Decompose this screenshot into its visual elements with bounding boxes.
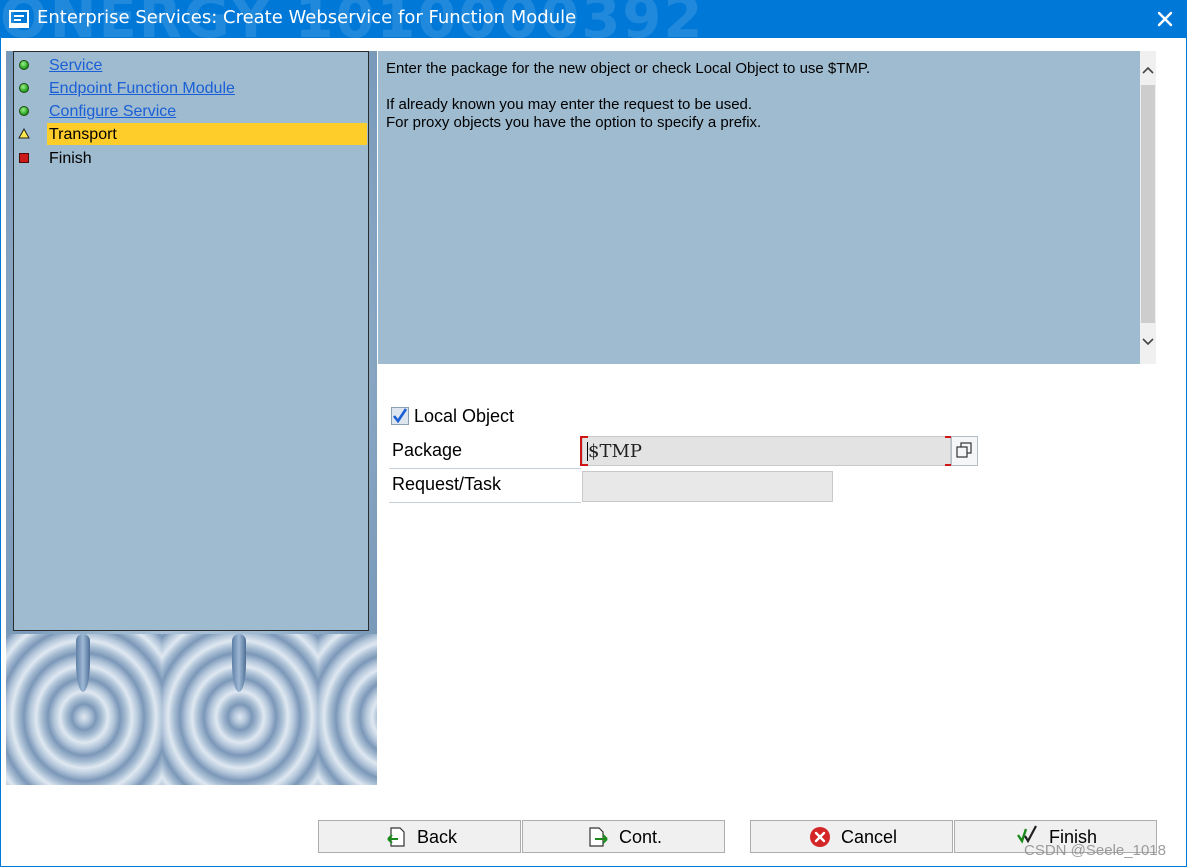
back-arrow-icon [387,827,405,847]
value-help-icon [956,442,972,458]
app-icon [9,10,29,28]
wizard-step-label[interactable]: Endpoint Function Module [49,80,235,98]
wizard-step-label: Transport [49,126,117,143]
water-drop-image [162,634,318,785]
wizard-step-label[interactable]: Configure Service [49,103,176,121]
source-watermark: CSDN @Seele_1018 [1024,842,1166,859]
value-help-button[interactable] [951,436,978,466]
green-status-icon [19,106,29,116]
warning-triangle-icon [18,128,30,139]
scroll-thumb[interactable] [1141,85,1155,323]
wizard-step-configure-service[interactable]: Configure Service [14,100,370,122]
wizard-step-transport: Transport [14,123,370,145]
green-status-icon [19,83,29,93]
package-label: Package [392,440,463,460]
water-drop-image [318,634,377,785]
wizard-step-service[interactable]: Service [14,54,370,76]
close-icon[interactable] [1150,4,1180,34]
green-status-icon [19,60,29,70]
scroll-down-icon[interactable] [1140,333,1156,349]
continue-arrow-icon [589,827,608,847]
info-line: For proxy objects you have the option to… [386,114,762,131]
wizard-step-finish: Finish [14,147,370,169]
info-line: If already known you may enter the reque… [386,96,753,113]
continue-button[interactable]: Cont. [522,820,725,853]
red-status-icon [19,153,29,163]
back-button-label: Back [417,827,458,847]
info-text-area: Enter the package for the new object or … [378,51,1140,364]
info-line: Enter the package for the new object or … [386,60,871,77]
wizard-step-endpoint-function-module[interactable]: Endpoint Function Module [14,77,370,99]
package-value: $TMP [588,441,642,462]
cancel-button[interactable]: Cancel [750,820,953,853]
wizard-sidebar: Service Endpoint Function Module Configu… [6,51,377,785]
request-task-input[interactable] [582,471,833,502]
cancel-icon [810,827,830,847]
info-scrollbar[interactable] [1140,51,1156,364]
water-drop-image [6,634,162,785]
package-input[interactable]: $TMP [580,436,953,466]
wizard-step-list: Service Endpoint Function Module Configu… [13,51,369,631]
continue-button-label: Cont. [619,827,663,847]
window-titlebar: ONERGY 1010000392 Enterprise Services: C… [0,0,1187,38]
local-object-checkbox[interactable] [391,407,409,425]
back-button[interactable]: Back [318,820,521,853]
request-task-label: Request/Task [392,474,502,494]
cancel-button-label: Cancel [841,827,898,847]
checkmark-icon [392,408,408,424]
wizard-step-label[interactable]: Service [49,57,102,75]
package-row: Package [389,435,581,469]
scroll-up-icon[interactable] [1140,63,1156,79]
window-title: Enterprise Services: Create Webservice f… [37,7,577,28]
request-task-row: Request/Task [389,469,581,503]
wizard-step-label: Finish [49,150,92,167]
local-object-label: Local Object [414,406,515,426]
